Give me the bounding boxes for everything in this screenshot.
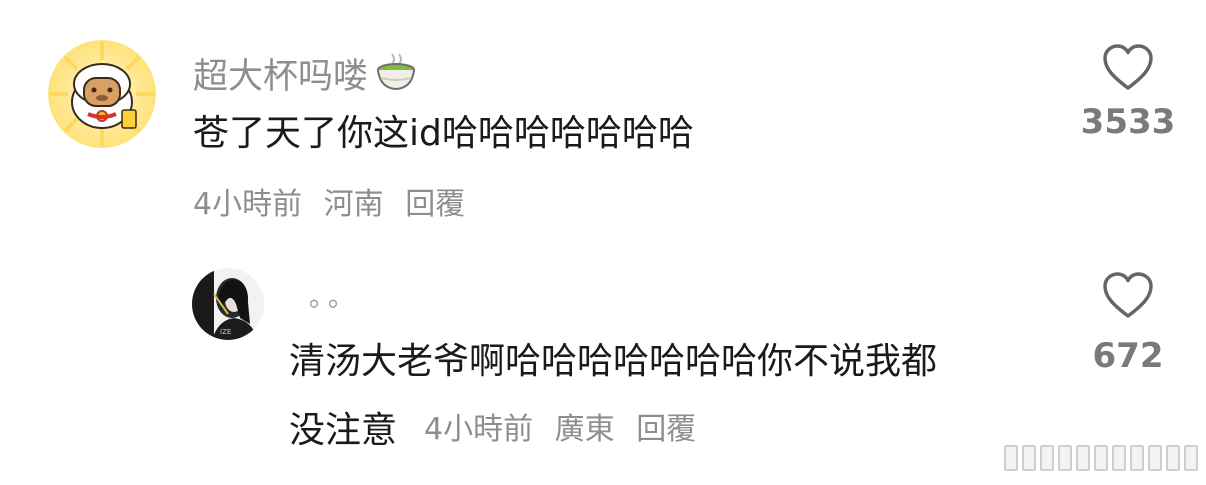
capybara-avatar-icon [48, 40, 156, 148]
like-count: 3533 [1080, 102, 1176, 142]
reply-meta: 4小時前 廣東 回覆 [424, 410, 708, 450]
username-text: 超大杯吗喽 [193, 56, 369, 97]
heart-outline-icon [1103, 44, 1153, 90]
comment-meta: 4小時前 河南 回覆 [193, 185, 477, 225]
reply-button[interactable]: 回覆 [405, 187, 465, 222]
comment-time: 4小時前 [193, 187, 303, 222]
reply-user-avatar[interactable]: IZE [192, 268, 264, 340]
comment-thread: 超大杯吗喽 苍了天了你这id哈哈哈哈哈哈哈 4小時前 河南 回覆 3533 IZ… [0, 0, 1206, 485]
reply-like-button[interactable]: 672 [1078, 272, 1178, 376]
reply-username[interactable]: 。。 [309, 278, 360, 318]
like-button[interactable]: 3533 [1078, 44, 1178, 142]
reply-time: 4小時前 [424, 412, 534, 447]
comment-username[interactable]: 超大杯吗喽 [193, 52, 420, 101]
reply-location: 廣東 [554, 412, 615, 447]
heart-outline-icon [1103, 272, 1153, 318]
reply-reply-button[interactable]: 回覆 [636, 412, 696, 447]
reply-text-line2: 没注意 [289, 410, 398, 451]
svg-text:IZE: IZE [220, 328, 231, 336]
reply-text-line1: 清汤大老爷啊哈哈哈哈哈哈哈你不说我都 [289, 341, 938, 382]
comment-location: 河南 [323, 187, 384, 222]
photo-avatar-icon: IZE [192, 268, 264, 340]
user-avatar[interactable] [48, 40, 156, 148]
reply-like-count: 672 [1092, 336, 1164, 376]
comment-text: 苍了天了你这id哈哈哈哈哈哈哈 [193, 113, 694, 154]
watermark [1004, 445, 1198, 471]
green-tea-icon [372, 52, 420, 101]
